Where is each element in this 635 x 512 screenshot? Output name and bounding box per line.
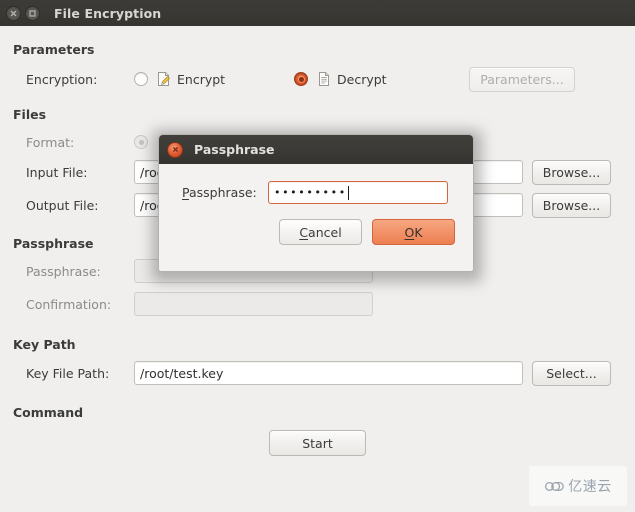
section-heading-key-path: Key Path <box>13 337 76 352</box>
encrypt-radio-indicator[interactable] <box>134 72 148 86</box>
key-file-field[interactable]: /root/test.key <box>134 361 523 385</box>
radio-encrypt[interactable]: Encrypt <box>134 71 294 87</box>
dialog-button-row: Cancel OK <box>159 219 473 245</box>
window-close-icon[interactable] <box>6 5 21 21</box>
confirmation-label: Confirmation: <box>26 296 112 312</box>
close-glyph <box>10 10 17 16</box>
document-plain-icon <box>319 72 329 86</box>
passphrase-label: Passphrase: <box>26 263 101 279</box>
dialog-passphrase-row: Passphrase: ••••••••• <box>159 181 473 204</box>
dialog-titlebar: Passphrase <box>159 135 473 164</box>
main-window-titlebar: File Encryption <box>0 0 635 26</box>
section-heading-files: Files <box>13 107 47 122</box>
document-pencil-icon <box>158 72 170 86</box>
dialog-passphrase-label: Passphrase: <box>182 185 268 200</box>
dialog-title: Passphrase <box>194 142 275 157</box>
cancel-mnemonic: C <box>299 224 309 240</box>
input-browse-button[interactable]: Browse... <box>532 159 611 185</box>
dialog-passphrase-label-rest: assphrase: <box>188 185 257 200</box>
decrypt-radio-indicator[interactable] <box>294 72 308 86</box>
input-file-label: Input File: <box>26 164 88 180</box>
text-caret <box>347 185 349 200</box>
cancel-rest: ancel <box>308 224 342 240</box>
dialog-ok-button[interactable]: OK <box>372 219 455 245</box>
dialog-passphrase-masked-value: ••••••••• <box>274 186 347 199</box>
window-maximize-icon[interactable] <box>25 5 40 21</box>
encrypt-label: Encrypt <box>177 71 226 87</box>
decrypt-label: Decrypt <box>337 71 387 87</box>
format-radio-indicator[interactable] <box>134 135 148 149</box>
output-browse-button[interactable]: Browse... <box>532 192 611 218</box>
section-heading-parameters: Parameters <box>13 42 95 57</box>
dialog-body: Passphrase: ••••••••• Cancel OK <box>159 181 473 271</box>
dialog-cancel-button[interactable]: Cancel <box>279 219 362 245</box>
command-row: Start <box>0 430 635 456</box>
key-file-row: Key File Path: /root/test.key Select... <box>0 359 635 387</box>
select-key-button[interactable]: Select... <box>532 360 611 386</box>
maximize-glyph <box>29 9 36 17</box>
section-heading-command: Command <box>13 405 84 420</box>
watermark-text: 亿速云 <box>568 479 612 495</box>
radio-decrypt[interactable]: Decrypt <box>294 71 454 87</box>
dialog-passphrase-input[interactable]: ••••••••• <box>268 181 448 204</box>
confirmation-field[interactable] <box>134 292 373 316</box>
confirmation-row: Confirmation: <box>0 290 635 318</box>
start-button[interactable]: Start <box>269 430 366 456</box>
dialog-close-icon[interactable] <box>167 141 183 158</box>
passphrase-dialog: Passphrase Passphrase: ••••••••• Cancel … <box>158 134 474 272</box>
watermark: 亿速云 <box>529 466 627 506</box>
dialog-passphrase-label-mnemonic: P <box>182 185 189 200</box>
cloud-icon <box>545 481 565 491</box>
encryption-row: Encryption: Encrypt Decrypt Parameters..… <box>0 65 635 93</box>
parameters-button[interactable]: Parameters... <box>469 66 575 92</box>
dialog-close-glyph <box>172 146 178 153</box>
output-file-label: Output File: <box>26 197 99 213</box>
window-title: File Encryption <box>54 5 162 21</box>
ok-rest: K <box>414 224 423 240</box>
ok-mnemonic: O <box>404 224 415 240</box>
encryption-label: Encryption: <box>26 71 98 87</box>
format-label: Format: <box>26 134 75 150</box>
key-file-label: Key File Path: <box>26 365 110 381</box>
